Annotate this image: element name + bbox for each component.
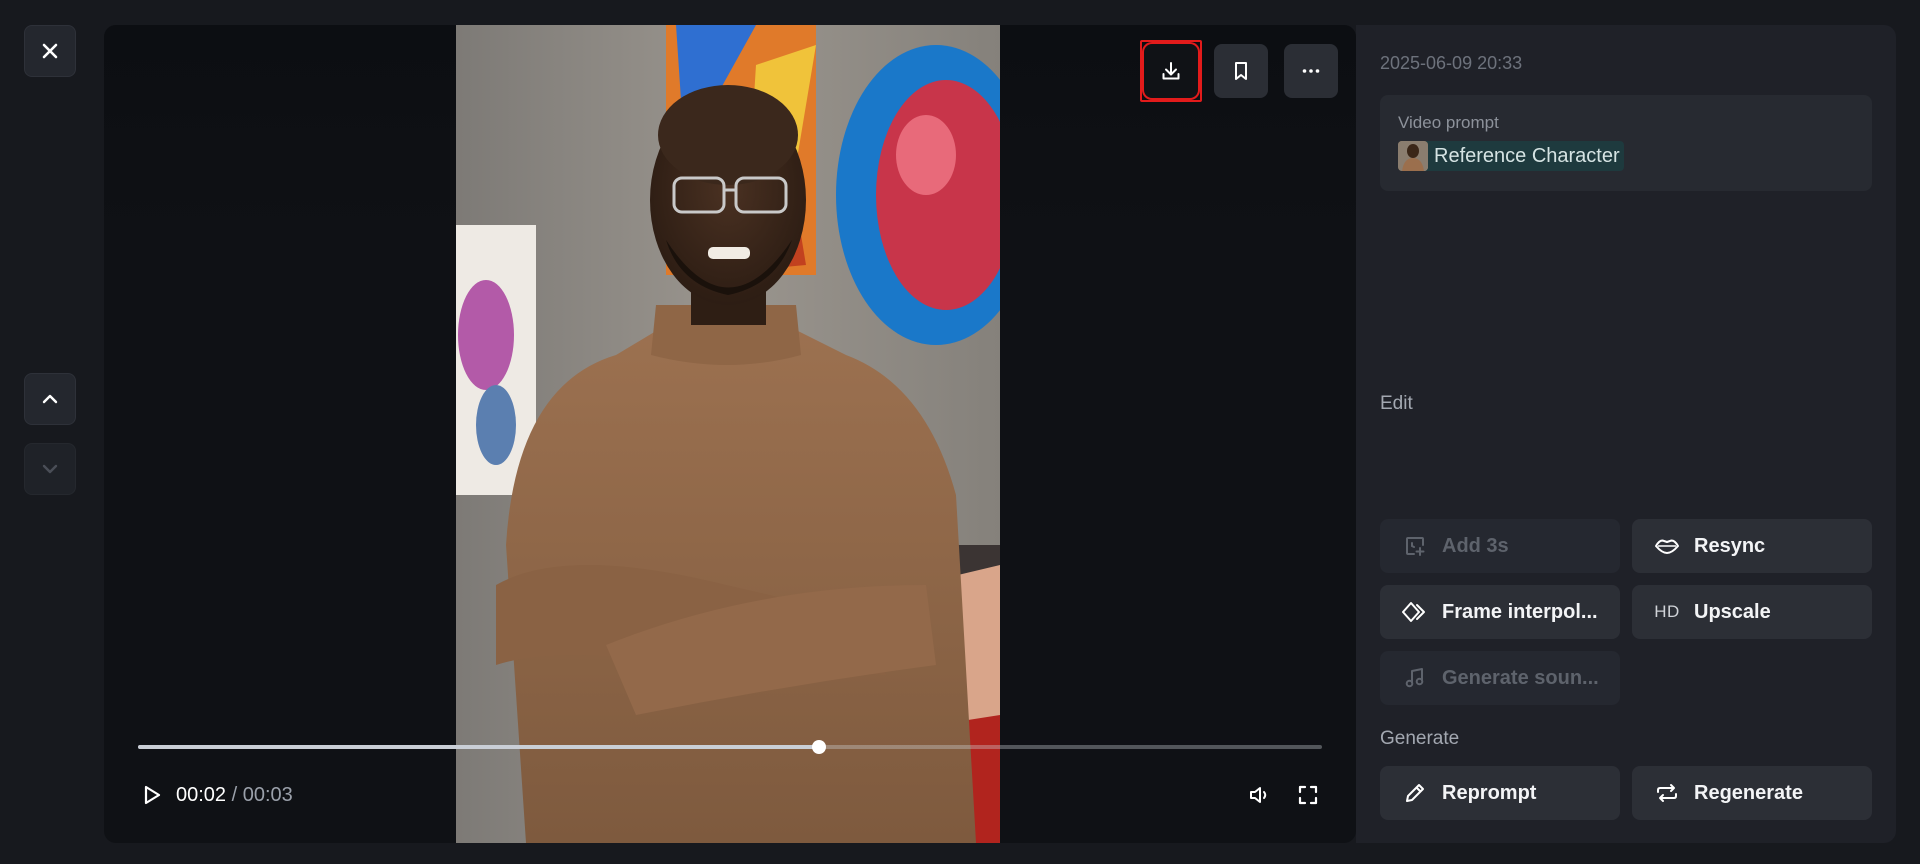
resync-button[interactable]: Resync: [1632, 519, 1872, 573]
video-prompt-card: Video prompt Reference Character: [1380, 95, 1872, 191]
regenerate-button[interactable]: Regenerate: [1632, 766, 1872, 820]
upscale-label: Upscale: [1694, 600, 1771, 623]
details-panel: 2025-06-09 20:33 Video prompt Reference …: [1356, 25, 1896, 843]
pencil-icon: [1406, 784, 1424, 802]
current-time: 00:02: [176, 783, 227, 806]
fullscreen-icon: [1298, 785, 1318, 805]
next-item-button[interactable]: [24, 443, 76, 495]
resync-label: Resync: [1694, 534, 1766, 557]
chevron-up-icon: [42, 394, 58, 404]
speaker-icon: [1250, 787, 1267, 803]
time-separator: /: [231, 783, 238, 806]
video-time: 00:02 / 00:03: [176, 784, 293, 807]
music-note-icon: [1405, 668, 1424, 688]
bookmark-icon: [1235, 62, 1247, 80]
duration-time: 00:03: [242, 783, 293, 806]
video-prompt-label: Video prompt: [1398, 113, 1499, 132]
fullscreen-button[interactable]: [1294, 781, 1322, 809]
regenerate-label: Regenerate: [1694, 781, 1803, 804]
previous-item-button[interactable]: [24, 373, 76, 425]
reference-character-label: Reference Character: [1434, 144, 1620, 167]
reprompt-button[interactable]: Reprompt: [1380, 766, 1620, 820]
video-progress-bar[interactable]: [138, 740, 1322, 754]
frame-interpolation-button[interactable]: Frame interpol...: [1380, 585, 1620, 639]
generate-section-label: Generate: [1380, 728, 1460, 749]
video-controls: 00:02 / 00:03: [138, 779, 1322, 811]
play-button[interactable]: [138, 781, 166, 809]
play-icon: [144, 785, 161, 805]
lips-icon: [1655, 539, 1679, 554]
add-3s-label: Add 3s: [1442, 534, 1509, 557]
download-button[interactable]: [1140, 40, 1202, 102]
frame-interpolation-label: Frame interpol...: [1442, 600, 1598, 623]
video-progress-fill: [138, 745, 819, 749]
upscale-button[interactable]: HD Upscale: [1632, 585, 1872, 639]
close-icon: [42, 43, 58, 59]
reference-character-chip[interactable]: Reference Character: [1398, 141, 1624, 171]
bookmark-button[interactable]: [1214, 44, 1268, 98]
repeat-icon: [1657, 784, 1677, 802]
video-viewer: 00:02 / 00:03: [104, 25, 1356, 843]
download-icon: [1162, 62, 1180, 80]
video-frame[interactable]: [456, 25, 1000, 843]
chevron-down-icon: [42, 464, 58, 474]
diamond-frames-icon: [1402, 602, 1425, 622]
edit-section-label: Edit: [1380, 393, 1413, 414]
clock-plus-icon: [1406, 537, 1425, 556]
video-frame-image: [456, 25, 1000, 843]
hd-icon: HD: [1654, 602, 1680, 621]
reprompt-label: Reprompt: [1442, 781, 1537, 804]
generate-sound-label: Generate soun...: [1442, 666, 1599, 689]
more-horizontal-icon: [1302, 69, 1320, 73]
video-progress-handle[interactable]: [811, 740, 826, 754]
reference-character-thumbnail: [1398, 141, 1428, 171]
volume-button[interactable]: [1246, 781, 1274, 809]
add-3s-button[interactable]: Add 3s: [1380, 519, 1620, 573]
generate-sound-button[interactable]: Generate soun...: [1380, 651, 1620, 705]
more-options-button[interactable]: [1284, 44, 1338, 98]
created-timestamp: 2025-06-09 20:33: [1380, 53, 1523, 73]
close-button[interactable]: [24, 25, 76, 77]
